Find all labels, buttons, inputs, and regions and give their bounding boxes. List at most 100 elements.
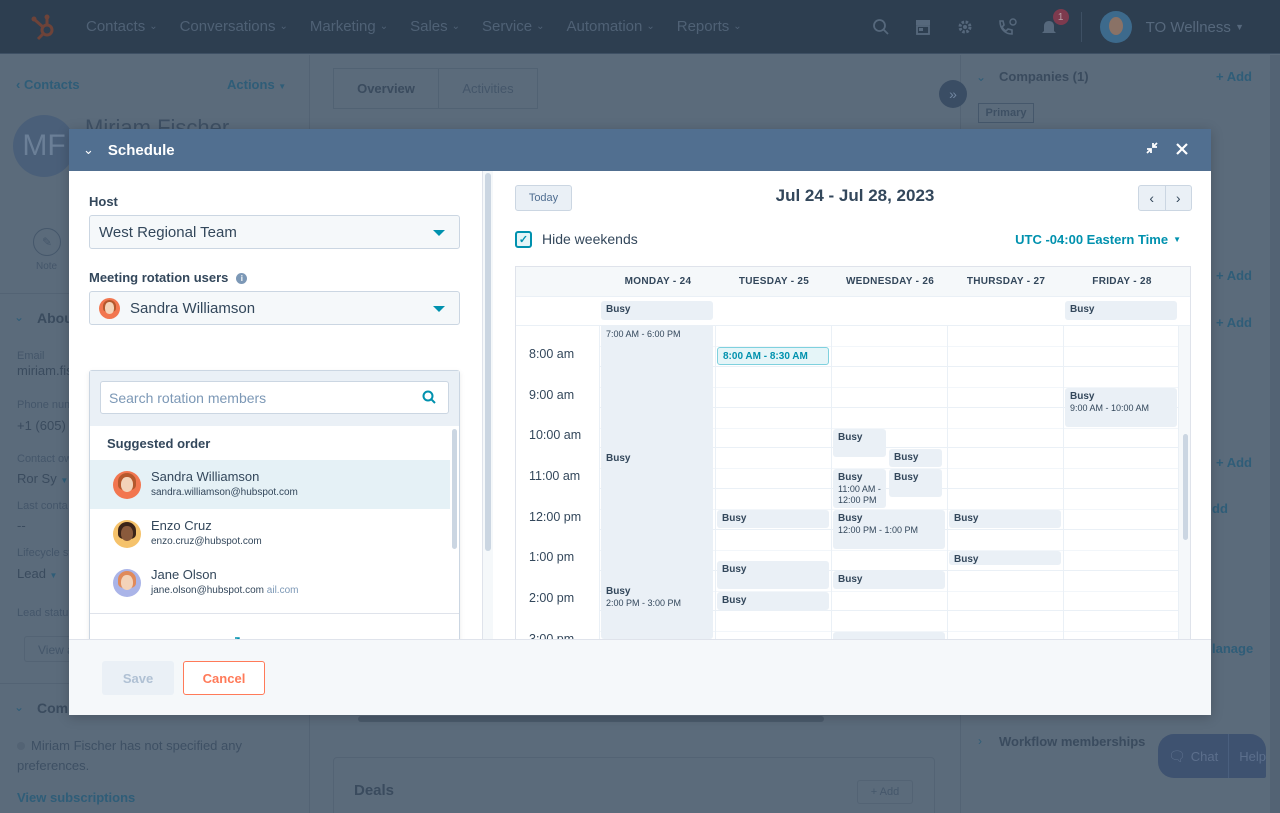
nav-automation[interactable]: Automation ⌄ xyxy=(566,18,654,35)
view-subscriptions-link[interactable]: View subscriptions xyxy=(17,790,135,805)
chevron-right-icon[interactable]: › xyxy=(978,734,982,748)
double-chevron-right-icon: » xyxy=(949,86,957,102)
time-label: 2:00 pm xyxy=(529,591,575,605)
nav-conversations[interactable]: Conversations ⌄ xyxy=(180,18,288,35)
note-button[interactable]: ✎ xyxy=(33,228,61,256)
account-menu[interactable]: TO Wellness ▼ xyxy=(1146,19,1244,36)
calendar-scrollbar[interactable] xyxy=(1178,326,1190,639)
tab-overview[interactable]: Overview xyxy=(333,68,439,109)
field-value[interactable]: +1 (605) 6 xyxy=(17,418,77,433)
companies-add-link[interactable]: + Add xyxy=(1216,69,1252,84)
timezone-select[interactable]: UTC -04:00 Eastern Time ▼ xyxy=(1015,232,1181,247)
busy-event[interactable]: Busy xyxy=(949,551,1061,565)
hide-weekends-label[interactable]: Hide weekends xyxy=(542,231,638,247)
horizontal-scrollbar[interactable] xyxy=(358,716,824,722)
hubspot-sprocket-icon[interactable] xyxy=(30,12,60,42)
marketplace-icon[interactable] xyxy=(913,17,933,37)
tab-activities[interactable]: Activities xyxy=(438,68,538,109)
field-value[interactable]: Ror Sy ▼ xyxy=(17,471,68,486)
event-title: Busy xyxy=(838,432,863,443)
search-icon[interactable] xyxy=(871,17,891,37)
manage-link[interactable]: lanage xyxy=(1212,641,1253,656)
form-scrollbar[interactable] xyxy=(483,171,493,639)
member-option[interactable]: Enzo Cruz enzo.cruz@hubspot.com xyxy=(90,509,450,558)
previous-week-button[interactable]: ‹ xyxy=(1139,186,1166,210)
close-icon[interactable] xyxy=(1175,140,1189,160)
event-title: Busy xyxy=(722,513,747,524)
next-week-button[interactable]: › xyxy=(1166,186,1192,210)
avatar xyxy=(113,568,141,597)
host-select[interactable]: West Regional Team xyxy=(89,215,460,249)
busy-event-label[interactable]: Busy xyxy=(601,450,713,468)
nav-sales[interactable]: Sales ⌄ xyxy=(410,18,460,35)
dropdown-scrollbar[interactable] xyxy=(450,426,460,613)
chevron-down-icon[interactable]: ⌄ xyxy=(976,70,986,84)
selected-time-slot[interactable]: 8:00 AM - 8:30 AM xyxy=(717,347,829,365)
search-rotation-members[interactable] xyxy=(100,381,449,414)
minimize-icon[interactable] xyxy=(1145,140,1159,160)
busy-event[interactable]: Busy xyxy=(717,561,829,589)
today-button[interactable]: Today xyxy=(515,185,572,211)
day-column-divider xyxy=(599,326,600,639)
bell-icon[interactable]: 1 xyxy=(1039,9,1069,37)
nav-contacts[interactable]: Contacts ⌄ xyxy=(86,18,158,35)
page-scrollbar[interactable] xyxy=(1270,55,1280,813)
expand-sidebar-button[interactable]: » xyxy=(939,80,967,108)
busy-event[interactable]: Busy xyxy=(833,429,886,457)
add-dropdown[interactable]: dd xyxy=(1212,501,1228,516)
info-icon[interactable]: i xyxy=(236,273,248,284)
busy-event[interactable] xyxy=(833,632,945,639)
chevron-down-icon[interactable]: ⌄ xyxy=(14,700,24,714)
calling-icon[interactable] xyxy=(997,17,1017,37)
gear-icon[interactable] xyxy=(955,17,975,37)
busy-event[interactable]: Busy 9:00 AM - 10:00 AM xyxy=(1065,388,1177,427)
save-button[interactable]: Save xyxy=(102,661,174,695)
rotation-users-select[interactable]: Sandra Williamson xyxy=(89,291,460,325)
host-label: Host xyxy=(89,194,118,209)
member-option[interactable]: Jane Olson jane.olson@hubspot.com ail.com xyxy=(90,558,450,607)
cancel-button[interactable]: Cancel xyxy=(183,661,265,695)
member-option[interactable]: Sandra Williamson sandra.williamson@hubsp… xyxy=(90,460,450,509)
scroll-thumb[interactable] xyxy=(452,429,457,549)
busy-event[interactable]: Busy xyxy=(949,510,1061,528)
account-avatar[interactable] xyxy=(1099,11,1132,43)
busy-event[interactable]: Busy 11:00 AM - 12:00 PM xyxy=(833,469,886,508)
chevron-down-icon[interactable]: ⌄ xyxy=(14,310,24,324)
chat-widget[interactable]: 🗨 Chat Help xyxy=(1158,734,1266,778)
field-value[interactable]: Lead ▼ xyxy=(17,566,57,581)
busy-event[interactable]: Busy xyxy=(889,469,942,497)
search-input[interactable] xyxy=(101,382,401,413)
actions-menu[interactable]: Actions ▼ xyxy=(227,77,286,92)
add-link[interactable]: + Add xyxy=(1216,455,1252,470)
hide-weekends-checkbox[interactable]: ✓ xyxy=(515,231,532,248)
field-value[interactable]: miriam.fis xyxy=(17,363,73,378)
all-day-busy-event[interactable]: Busy xyxy=(1065,301,1177,320)
deals-add-button[interactable]: + Add xyxy=(857,780,913,804)
collapse-chevron-icon[interactable]: ⌄ xyxy=(83,142,94,158)
rotation-members-dropdown: Suggested order Sandra Williamson sandra.… xyxy=(89,370,460,674)
chevron-left-icon: ‹ xyxy=(1149,190,1155,206)
busy-event[interactable]: Busy xyxy=(717,592,829,610)
help-label[interactable]: Help xyxy=(1228,734,1266,778)
nav-service[interactable]: Service ⌄ xyxy=(482,18,544,35)
scroll-thumb[interactable] xyxy=(1183,434,1188,540)
chevron-down-icon: ⌄ xyxy=(279,21,288,32)
all-day-busy-event[interactable]: Busy xyxy=(601,301,713,320)
add-link[interactable]: + Add xyxy=(1216,268,1252,283)
event-title: Busy xyxy=(838,513,863,524)
nav-reports[interactable]: Reports ⌄ xyxy=(677,18,742,35)
event-title: Busy xyxy=(722,564,747,575)
chat-label: Chat xyxy=(1190,748,1219,764)
busy-event[interactable]: Busy xyxy=(833,571,945,589)
nav-marketing[interactable]: Marketing ⌄ xyxy=(310,18,388,35)
scroll-thumb[interactable] xyxy=(485,173,491,551)
modal-header: ⌄ Schedule xyxy=(69,129,1211,171)
breadcrumb-contacts[interactable]: ‹ Contacts xyxy=(16,77,80,92)
workflow-heading: Workflow memberships xyxy=(999,734,1146,749)
search-icon[interactable] xyxy=(422,390,436,404)
busy-event[interactable]: Busy xyxy=(717,510,829,528)
busy-event[interactable]: Busy 12:00 PM - 1:00 PM xyxy=(833,510,945,549)
add-link[interactable]: + Add xyxy=(1216,315,1252,330)
busy-event[interactable]: Busy xyxy=(889,449,942,467)
busy-event-label[interactable]: Busy 2:00 PM - 3:00 PM xyxy=(601,583,713,612)
